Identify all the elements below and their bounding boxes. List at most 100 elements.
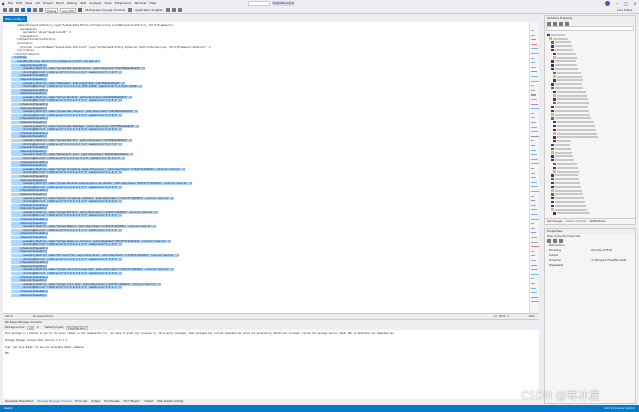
tab-git-changes[interactable]: Git Changes xyxy=(547,220,562,223)
explorer-tabs: Git Changes Solution Explorer Notification… xyxy=(545,218,635,224)
menu-item-project[interactable]: Project xyxy=(41,0,54,7)
package-source-dropdown[interactable]: All xyxy=(27,325,35,330)
code-text: <runtime> xyxy=(11,56,27,60)
property-value[interactable] xyxy=(591,263,635,268)
scroll-marker xyxy=(531,126,537,128)
scroll-marker xyxy=(531,122,536,123)
back-icon[interactable] xyxy=(3,8,7,12)
folder-icon xyxy=(549,37,552,40)
code-text: </dependentAssembly> xyxy=(11,146,49,150)
tree-item-label xyxy=(556,140,571,143)
code-text: <assemblyIdentity name="System.Threading… xyxy=(11,167,186,171)
menu-item-debug[interactable]: Debug xyxy=(66,0,79,7)
platform-dropdown[interactable]: Any CPU xyxy=(60,7,77,13)
save-all-icon[interactable] xyxy=(27,8,31,12)
tree-item-label xyxy=(554,45,572,48)
default-project-dropdown[interactable]: ExamBackend xyxy=(66,325,88,330)
toolbar-item-live-share[interactable]: Live Share xyxy=(616,7,633,14)
menu-item-file[interactable]: File xyxy=(6,0,14,7)
show-all-icon[interactable] xyxy=(565,21,569,26)
tree-item[interactable] xyxy=(547,215,633,216)
source-control-button[interactable]: Add to Source Control xyxy=(604,405,635,412)
scroll-marker xyxy=(531,57,534,59)
play-icon[interactable] xyxy=(78,8,83,12)
save-icon[interactable] xyxy=(21,8,25,12)
scroll-marker xyxy=(531,168,534,169)
maximize-icon[interactable]: □ xyxy=(624,1,628,6)
menu-item-view[interactable]: View xyxy=(23,0,33,7)
scroll-marker xyxy=(531,214,538,215)
tool-icon[interactable] xyxy=(171,8,176,12)
collapse-icon[interactable] xyxy=(559,21,563,26)
property-row[interactable]: Stylesheet xyxy=(545,263,635,268)
avatar[interactable] xyxy=(605,1,610,6)
tab-notifications[interactable]: Notifications xyxy=(590,220,606,223)
code-text: <dependentAssembly> xyxy=(11,236,48,240)
file-icon xyxy=(551,60,554,63)
file-icon xyxy=(551,185,554,189)
file-icon xyxy=(553,79,556,82)
tab-find-bower-[interactable]: Find "Bower" xyxy=(124,400,141,403)
scroll-marker xyxy=(531,204,536,206)
tab-output[interactable]: Output xyxy=(144,400,153,403)
home-icon[interactable] xyxy=(547,21,551,26)
forward-icon[interactable] xyxy=(9,8,13,12)
tab-package-manager-console[interactable]: Package Manager Console xyxy=(37,400,71,403)
menu-item-git[interactable]: Git xyxy=(34,0,42,7)
scroll-marker xyxy=(531,131,538,133)
tab-solution-explorer[interactable]: Solution Explorer xyxy=(565,220,586,223)
package-source-label: Package source: xyxy=(5,326,26,329)
editor-gutter xyxy=(3,22,10,313)
code-text: <bindingRedirect oldVersion="0.0.0.0-4.0… xyxy=(11,286,122,290)
code-area[interactable]: <defaultConnectionFactory type="System.D… xyxy=(11,24,529,297)
editor-scrollbar-map[interactable] xyxy=(529,22,539,313)
tool-icon[interactable] xyxy=(165,8,170,12)
new-file-icon[interactable] xyxy=(15,8,19,12)
tab-output[interactable]: Output xyxy=(91,400,100,403)
close-icon[interactable]: × xyxy=(633,1,637,6)
run-target[interactable]: IIS Express (Google Chrome) xyxy=(84,7,126,14)
refresh-icon[interactable] xyxy=(128,8,133,12)
solution-explorer-panel: Solution Explorer Git Changes Solution Ex… xyxy=(544,15,636,225)
code-editor[interactable]: <defaultConnectionFactory type="System.D… xyxy=(3,22,529,313)
tree-item-label xyxy=(556,52,576,55)
tree-item-label xyxy=(550,33,565,36)
code-text: </dependentAssembly> xyxy=(11,88,49,92)
scroll-marker xyxy=(531,296,538,298)
solution-tree[interactable] xyxy=(547,33,633,216)
solution-search-input[interactable] xyxy=(546,26,634,31)
tree-item-label xyxy=(556,162,577,165)
undo-icon[interactable] xyxy=(33,8,37,12)
search-input[interactable] xyxy=(248,1,270,6)
scroll-marker xyxy=(531,99,537,100)
file-icon xyxy=(551,181,554,185)
redo-icon[interactable] xyxy=(39,8,43,12)
file-icon xyxy=(553,212,556,215)
code-text: <bindingRedirect oldVersion="0.0.0.0-4.0… xyxy=(11,228,122,232)
code-text: </providers> xyxy=(16,49,35,53)
code-text: <dependentAssembly> xyxy=(11,264,48,268)
tab-error-list[interactable]: Error List xyxy=(75,400,87,403)
tool-icon[interactable] xyxy=(177,8,182,12)
toolbar-item-app-insights[interactable]: Application Insights xyxy=(134,7,163,14)
code-text: </entityFramework> xyxy=(13,52,40,56)
scroll-marker xyxy=(531,195,534,197)
tab-web-publish-activity[interactable]: Web Publish Activity xyxy=(157,400,183,403)
tab-find-results[interactable]: Find Results xyxy=(104,400,120,403)
app-window: ◆ File Edit View Git Project Build Debug Test An… xyxy=(0,0,639,412)
code-text: </dependentAssembly> xyxy=(11,117,49,121)
gear-icon[interactable]: ⚙ xyxy=(36,326,38,329)
file-icon xyxy=(553,139,556,143)
menu-item-edit[interactable]: Edit xyxy=(14,0,23,7)
file-icon xyxy=(553,101,556,105)
menu-item-build[interactable]: Build xyxy=(55,0,66,7)
console-output[interactable]: Each package is licensed to you by its o… xyxy=(3,330,539,358)
minimize-icon[interactable]: – xyxy=(615,1,619,6)
scroll-marker xyxy=(531,89,535,91)
configuration-dropdown[interactable]: Debug xyxy=(45,7,59,13)
sync-icon[interactable] xyxy=(553,21,557,26)
code-line[interactable]: <dependentAssembly> xyxy=(11,293,529,298)
tab-developer-powershell[interactable]: Developer PowerShell xyxy=(5,400,33,403)
scroll-marker xyxy=(531,39,536,41)
tree-item-label xyxy=(554,197,584,200)
